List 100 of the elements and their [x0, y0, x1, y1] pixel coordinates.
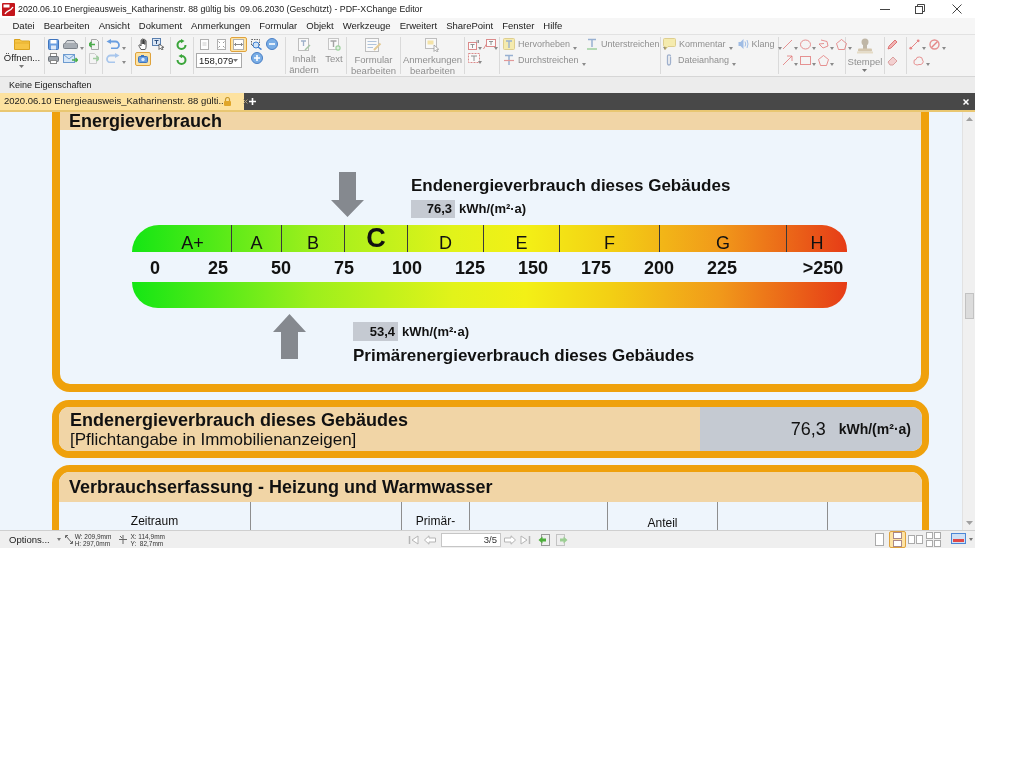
- dropdown-caret-icon: [794, 47, 798, 50]
- efficiency-class-label: E: [515, 234, 528, 252]
- section-heading: Verbrauchserfassung - Heizung und Warmwasser: [69, 477, 493, 497]
- menu-item[interactable]: Hilfe: [538, 18, 567, 34]
- line-icon[interactable]: [782, 38, 793, 50]
- stamp-icon: [856, 38, 874, 54]
- scrollbar-thumb[interactable]: [964, 293, 974, 319]
- scale-tick-label: 125: [455, 258, 485, 278]
- scale-tick-label: 175: [581, 258, 611, 278]
- restore-icon[interactable]: [915, 4, 925, 14]
- dropdown-caret-icon: [794, 63, 798, 66]
- zoom-out-icon[interactable]: [266, 38, 278, 50]
- pentagon-icon[interactable]: [818, 54, 829, 66]
- rectangle-icon[interactable]: [800, 54, 811, 66]
- redo-icon[interactable]: [106, 53, 120, 63]
- menu-item[interactable]: Fenster: [497, 18, 539, 34]
- summary-note: [Pflichtangabe in Immobilienanzeigen]: [70, 429, 358, 449]
- dropdown-caret-icon: [581, 63, 586, 66]
- fit-width-icon[interactable]: [230, 37, 247, 52]
- dropdown-caret-icon: [80, 47, 84, 50]
- dropdown-caret-icon: [728, 47, 733, 50]
- zoom-in-icon[interactable]: [251, 52, 263, 64]
- tab-close-icon[interactable]: [242, 99, 248, 104]
- cloud-icon[interactable]: [913, 54, 924, 66]
- save-icon[interactable]: [48, 38, 59, 50]
- text-select-icon[interactable]: [152, 38, 164, 50]
- menu-item[interactable]: Objekt: [301, 18, 339, 34]
- efficiency-class-label: A+: [181, 234, 204, 252]
- snapshot-icon[interactable]: [135, 52, 151, 66]
- arrow-icon[interactable]: [782, 54, 793, 66]
- dropdown-caret-icon: [19, 65, 25, 68]
- scale-tick-label: >250: [802, 258, 844, 278]
- pentagon-icon[interactable]: [836, 38, 847, 50]
- scroll-down-icon[interactable]: [965, 521, 973, 525]
- email-icon[interactable]: [63, 52, 78, 64]
- hand-icon[interactable]: [138, 38, 148, 50]
- menu-item[interactable]: Dokument: [134, 18, 187, 34]
- page-number-field[interactable]: 3/5: [440, 532, 501, 547]
- continuous-page-icon[interactable]: [889, 531, 906, 548]
- scroll-up-icon[interactable]: [965, 117, 973, 121]
- cursor-position-icon: [119, 535, 128, 544]
- last-page-icon[interactable]: [519, 534, 531, 545]
- undo-icon[interactable]: [106, 39, 120, 49]
- scanner-icon[interactable]: [63, 39, 78, 49]
- dropdown-caret-icon: [812, 47, 816, 50]
- dropdown-caret-icon: [56, 538, 61, 541]
- measure-line-icon[interactable]: [909, 38, 920, 50]
- efficiency-class-label: H: [810, 234, 824, 252]
- zoom-area-icon[interactable]: [251, 38, 262, 50]
- zoom-field[interactable]: 158,079: [196, 53, 242, 68]
- next-view-icon[interactable]: [555, 533, 568, 546]
- summary-value: 76,3: [790, 419, 826, 439]
- options-button[interactable]: Options...: [9, 533, 61, 546]
- previous-view-icon[interactable]: [537, 533, 550, 546]
- menu-item[interactable]: Formular: [254, 18, 302, 34]
- continuous-facing-pages-icon[interactable]: [925, 531, 942, 548]
- callout-icon[interactable]: [483, 38, 496, 50]
- printer-icon[interactable]: [48, 52, 59, 64]
- menu-item[interactable]: Anmerkungen: [186, 18, 255, 34]
- open-button[interactable]: Öffnen...: [3, 38, 41, 74]
- dropdown-caret-icon: [478, 61, 482, 64]
- folder-icon: [14, 38, 30, 50]
- next-page-icon[interactable]: [503, 534, 516, 545]
- close-icon[interactable]: [952, 4, 962, 14]
- lock-icon: [223, 97, 231, 106]
- menu-item[interactable]: SharePoint: [441, 18, 498, 34]
- typewriter-icon[interactable]: [468, 52, 480, 64]
- new-tab-icon[interactable]: [249, 98, 256, 105]
- strikethrough-icon: [503, 54, 515, 66]
- highlight-icon: [503, 38, 515, 50]
- rotate-clockwise-icon[interactable]: [176, 38, 187, 50]
- display-settings-icon[interactable]: [951, 533, 966, 546]
- efficiency-class-label: F: [604, 234, 615, 252]
- section-heading: Energieverbrauch: [69, 113, 223, 130]
- polygon-line-icon[interactable]: [818, 38, 829, 50]
- dropdown-caret-icon: [812, 63, 816, 66]
- menu-item[interactable]: Werkzeuge: [338, 18, 396, 34]
- menu-item[interactable]: Erweitert: [395, 18, 442, 34]
- ellipse-icon[interactable]: [800, 38, 811, 50]
- menu-item[interactable]: Ansicht: [94, 18, 135, 34]
- menu-item[interactable]: Datei: [8, 18, 40, 34]
- text-box-icon[interactable]: [468, 38, 480, 50]
- close-all-tabs-icon[interactable]: [963, 98, 969, 105]
- scale-tick-label: 0: [150, 258, 160, 278]
- dropdown-caret-icon: [969, 538, 973, 541]
- dropdown-caret-icon: [122, 47, 126, 50]
- speaker-icon: [737, 38, 749, 50]
- document-arrow-right-icon[interactable]: [89, 52, 99, 64]
- pencil-icon[interactable]: [887, 38, 898, 50]
- slashed-circle-icon[interactable]: [929, 38, 940, 50]
- document-arrow-left-icon[interactable]: [89, 38, 99, 50]
- first-page-icon[interactable]: [407, 534, 419, 545]
- primary-energy-title: Primärenergieverbrauch dieses Gebäudes: [353, 346, 695, 366]
- rotate-counterclockwise-icon[interactable]: [176, 53, 187, 65]
- eraser-icon[interactable]: [887, 54, 898, 66]
- dropdown-caret-icon: [848, 47, 852, 50]
- menu-item[interactable]: Bearbeiten: [39, 18, 95, 34]
- dropdown-caret-icon: [926, 63, 930, 66]
- dropdown-caret-icon: [830, 63, 834, 66]
- previous-page-icon[interactable]: [423, 534, 436, 545]
